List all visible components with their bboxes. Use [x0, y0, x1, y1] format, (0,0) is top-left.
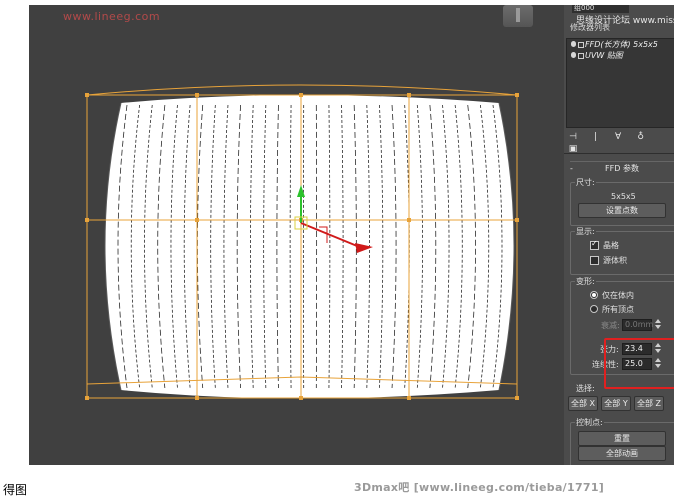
collapse-icon[interactable]: - [570, 162, 573, 175]
bulb-icon[interactable] [571, 52, 576, 58]
remove-modifier-icon[interactable]: ♁ [636, 131, 646, 143]
select-all-y-button[interactable]: 全部 Y [601, 396, 631, 411]
lattice-control-point[interactable] [515, 218, 519, 222]
perspective-viewport[interactable]: www.lineeg.com [29, 5, 564, 465]
expand-icon[interactable] [578, 53, 584, 59]
3dsmax-window: www.lineeg.com 组000 思缘设计论坛 www.missyuan.… [29, 5, 674, 465]
scene-canvas [85, 84, 519, 400]
stack-item-label: UVW 贴图 [585, 51, 623, 60]
object-name-field[interactable]: 组000 [572, 5, 629, 13]
select-group-title: 选择: [575, 383, 596, 394]
falloff-label: 衰减: [601, 321, 620, 330]
panel-divider [564, 153, 674, 154]
rollout-title: FFD 参数 [605, 164, 639, 173]
stack-item-uvw[interactable]: UVW 贴图 [567, 50, 674, 61]
reset-button[interactable]: 重置 [578, 431, 666, 446]
select-all-x-button[interactable]: 全部 X [568, 396, 598, 411]
lattice-control-point[interactable] [515, 396, 519, 400]
modifier-list-dropdown[interactable]: 修改器列表 [570, 22, 610, 33]
lattice-control-point[interactable] [515, 93, 519, 97]
lattice-checkbox[interactable] [590, 239, 599, 250]
falloff-spinner[interactable] [655, 319, 661, 329]
modifier-stack[interactable]: FFD(长方体) 5x5x5 UVW 贴图 [566, 38, 674, 128]
deform-group-title: 变形: [575, 276, 596, 287]
viewport-watermark: www.lineeg.com [63, 10, 161, 23]
tension-continuity-highlight [604, 338, 674, 389]
show-end-result-icon[interactable]: | [591, 131, 601, 143]
source-credit: 3Dmax吧 [www.lineeg.com/tieba/1771] [354, 481, 605, 494]
lattice-control-point[interactable] [195, 396, 199, 400]
expand-icon[interactable] [578, 42, 584, 48]
display-group-title: 显示: [575, 226, 596, 237]
source-volume-label: 源体积 [603, 256, 627, 265]
lattice-control-point[interactable] [85, 93, 89, 97]
control-points-group-title: 控制点: [575, 417, 604, 428]
stack-toolbar: ⊣ | ∀ ♁ ▣ [568, 131, 674, 154]
lattice-label: 晶格 [603, 241, 619, 250]
dimensions-group-title: 尺寸: [575, 177, 596, 188]
source-volume-checkbox[interactable] [590, 256, 599, 265]
command-panel-modify: 组000 思缘设计论坛 www.missyuan.com 修改器列表 FFD(长… [564, 5, 674, 465]
dimensions-value: 5x5x5 [611, 192, 636, 201]
inside-only-label: 仅在体内 [602, 291, 634, 300]
lattice-control-point[interactable] [85, 218, 89, 222]
select-all-z-button[interactable]: 全部 Z [634, 396, 664, 411]
set-points-button[interactable]: 设置点数 [578, 203, 666, 218]
ffd-params-rollout[interactable]: - FFD 参数 [570, 161, 674, 175]
make-unique-icon[interactable]: ∀ [613, 131, 623, 143]
lattice-control-point[interactable] [195, 218, 199, 222]
animate-all-button[interactable]: 全部动画 [578, 446, 666, 461]
lattice-control-point[interactable] [85, 396, 89, 400]
stack-item-label: FFD(长方体) 5x5x5 [585, 40, 658, 49]
lattice-control-point[interactable] [407, 396, 411, 400]
all-vertices-radio[interactable] [590, 305, 598, 313]
viewcube-icon[interactable] [503, 5, 533, 27]
bulb-icon[interactable] [571, 41, 576, 47]
lattice-control-point[interactable] [407, 93, 411, 97]
lattice-control-point[interactable] [299, 93, 303, 97]
pin-stack-icon[interactable]: ⊣ [568, 131, 578, 143]
lattice-control-point[interactable] [299, 396, 303, 400]
falloff-input[interactable]: 0.0mm [622, 319, 653, 331]
all-vertices-label: 所有顶点 [602, 305, 634, 314]
figure-caption: 得图 [3, 483, 28, 497]
lattice-control-point[interactable] [195, 93, 199, 97]
display-group: 显示: [570, 226, 674, 275]
inside-only-radio[interactable] [590, 291, 598, 299]
lattice-control-point[interactable] [407, 218, 411, 222]
wireframe-object[interactable] [104, 95, 515, 399]
stack-item-ffd[interactable]: FFD(长方体) 5x5x5 [567, 39, 674, 50]
